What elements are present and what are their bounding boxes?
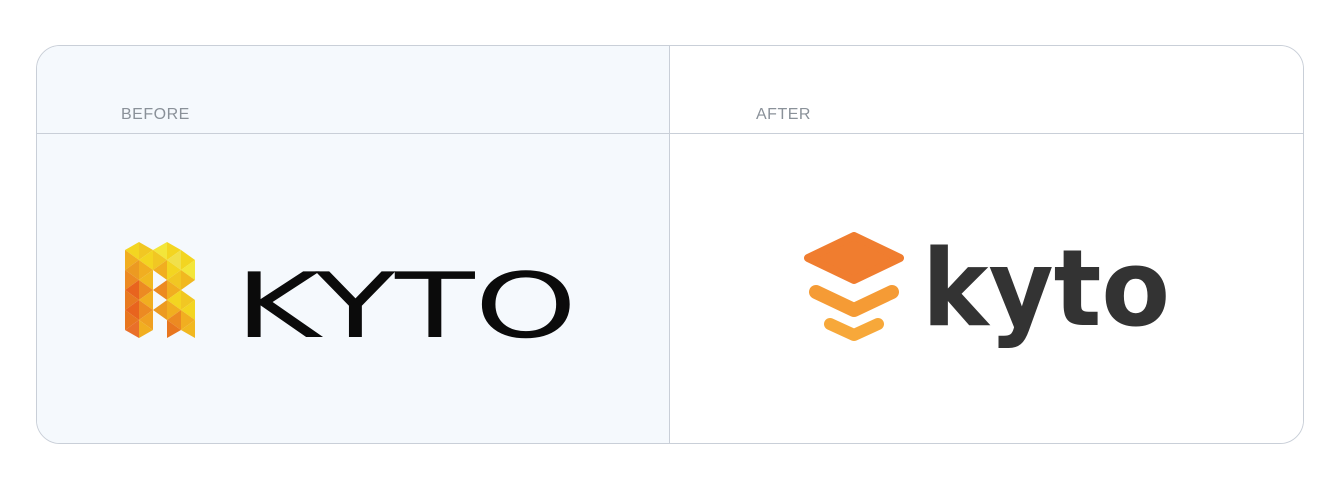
before-panel-header: BEFORE — [37, 46, 669, 134]
before-panel: BEFORE KYTO — [37, 46, 670, 443]
old-kyto-wordmark: KYTO — [235, 254, 577, 342]
after-label: AFTER — [756, 106, 811, 123]
new-kyto-wordmark: kyto — [922, 232, 1170, 350]
after-panel: AFTER kyto — [670, 46, 1303, 443]
comparison-card: BEFORE KYTO AFTER kyto — [36, 45, 1304, 444]
old-kyto-logo: KYTO — [125, 242, 577, 342]
new-kyto-logo: kyto — [804, 232, 1170, 350]
old-kyto-mosaic-k-icon — [125, 242, 195, 338]
after-panel-header: AFTER — [670, 46, 1303, 134]
new-kyto-stacked-layers-icon — [804, 232, 904, 341]
before-label: BEFORE — [121, 106, 190, 123]
